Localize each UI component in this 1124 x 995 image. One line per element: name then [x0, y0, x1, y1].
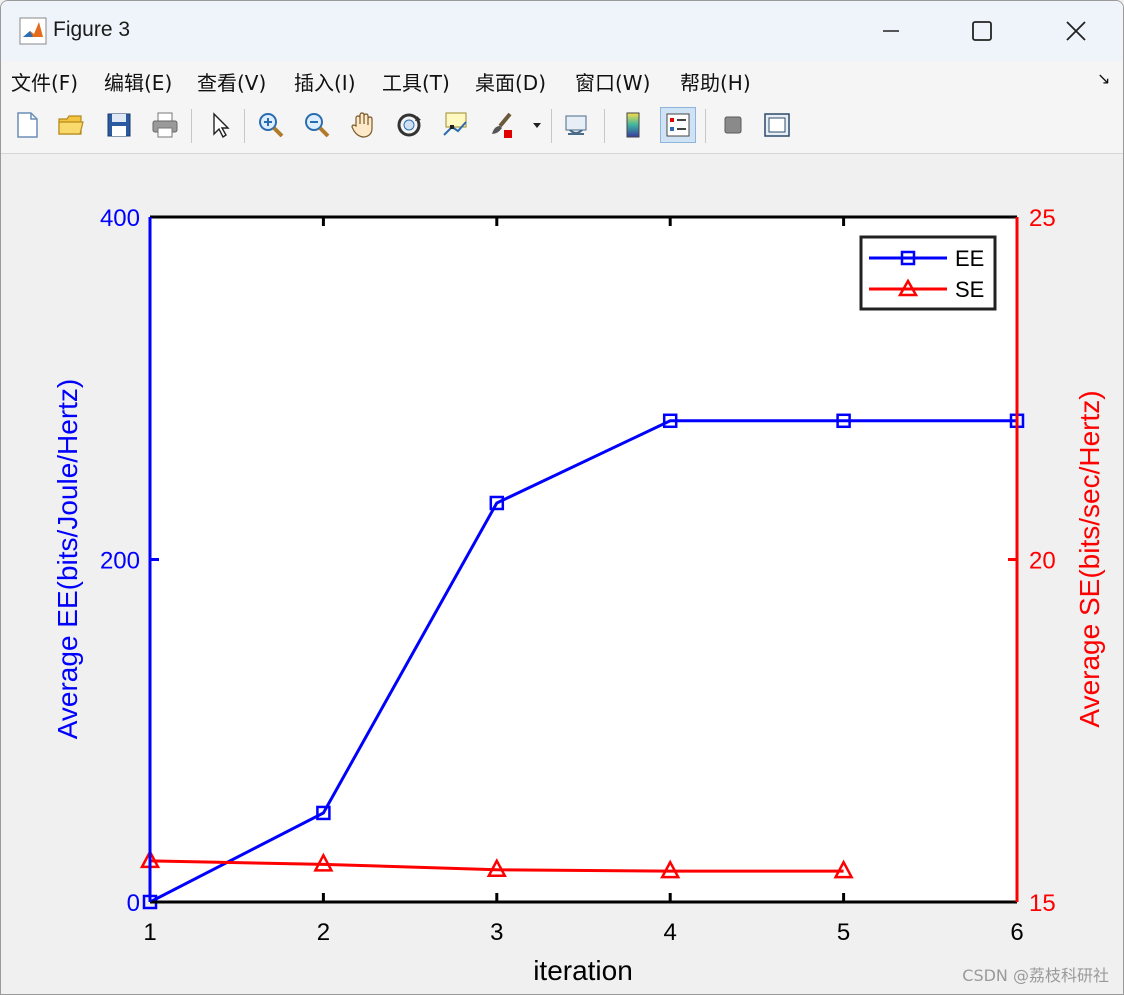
- maximize-icon: [972, 21, 992, 41]
- colorbar-icon: [626, 112, 640, 138]
- new-figure-button[interactable]: [9, 107, 45, 143]
- new-file-icon: [17, 112, 38, 138]
- menu-window[interactable]: 窗口(W): [575, 67, 650, 96]
- legend[interactable]: EE SE: [859, 235, 997, 311]
- dock-arrow-icon[interactable]: ↘: [1097, 69, 1110, 88]
- insert-legend-button[interactable]: [660, 107, 696, 143]
- left-y-axis-label: Average EE(bits/Joule/Hertz): [52, 379, 83, 740]
- pointer-arrow-icon: [213, 112, 230, 139]
- close-icon: [1066, 21, 1086, 41]
- menu-tools[interactable]: 工具(T): [382, 67, 450, 96]
- menu-bar: 文件(F) 编辑(E) 查看(V) 插入(I) 工具(T) 桌面(D) 窗口(W…: [1, 61, 1123, 99]
- link-icon: [565, 115, 587, 135]
- minimize-button[interactable]: [856, 1, 926, 61]
- minimize-icon: [883, 30, 899, 32]
- toolbar-separator: [604, 109, 605, 143]
- print-figure-button[interactable]: [147, 107, 183, 143]
- chart: 1 2 3 4 5 6 0 200 400 15 20 25 iteration Average EE…: [52, 205, 1105, 986]
- right-y-tick-label: 15: [1029, 890, 1056, 917]
- brush-button[interactable]: [483, 107, 519, 143]
- toolbar-separator: [191, 109, 192, 143]
- zoom-out-button[interactable]: [299, 107, 335, 143]
- legend-icon: [666, 113, 690, 137]
- link-plot-button[interactable]: [559, 107, 595, 143]
- toolbar-separator: [551, 109, 552, 143]
- data-cursor-button[interactable]: [437, 107, 473, 143]
- open-file-button[interactable]: [53, 107, 89, 143]
- folder-icon: [58, 115, 84, 135]
- data-tip-icon: [443, 112, 467, 136]
- left-y-tick-label: 200: [100, 548, 140, 575]
- figure-canvas: 1 2 3 4 5 6 0 200 400 15 20 25 iteration Average EE…: [1, 154, 1123, 994]
- hand-icon: [351, 112, 373, 138]
- toolbar-separator: [705, 109, 706, 143]
- menu-help[interactable]: 帮助(H): [680, 67, 751, 96]
- title-bar[interactable]: Figure 3: [1, 1, 1123, 61]
- x-axis-label: iteration: [533, 955, 633, 986]
- menu-insert[interactable]: 插入(I): [294, 67, 356, 96]
- right-y-axis-label: Average SE(bits/sec/Hertz): [1074, 390, 1105, 727]
- right-y-tick-label: 25: [1029, 205, 1056, 232]
- right-y-tick-label: 20: [1029, 548, 1056, 575]
- x-tick-label: 2: [317, 919, 330, 946]
- figure-toolbar: [1, 99, 1123, 154]
- chevron-down-icon: [533, 123, 541, 128]
- maximize-button[interactable]: [947, 1, 1017, 61]
- printer-icon: [152, 112, 178, 138]
- zoom-out-icon: [305, 113, 330, 138]
- x-tick-label: 3: [490, 919, 503, 946]
- x-tick-label: 4: [664, 919, 677, 946]
- menu-desktop[interactable]: 桌面(D): [475, 67, 546, 96]
- matlab-icon: [19, 17, 47, 45]
- window-title: Figure 3: [53, 18, 131, 41]
- show-tools-icon: [764, 113, 790, 137]
- hide-tools-icon: [724, 116, 742, 134]
- brush-dropdown-button[interactable]: [529, 107, 545, 143]
- figure-window: Figure 3 文件(F) 编辑(E) 查看(V) 插入(I) 工具(T) 桌…: [0, 0, 1124, 995]
- menu-view[interactable]: 查看(V): [197, 67, 266, 96]
- zoom-in-button[interactable]: [253, 107, 289, 143]
- toolbar-separator: [244, 109, 245, 143]
- menu-edit[interactable]: 编辑(E): [104, 67, 172, 96]
- rotate-3d-button[interactable]: [391, 107, 427, 143]
- legend-ee-label: EE: [955, 246, 984, 271]
- x-tick-label: 6: [1010, 919, 1023, 946]
- show-plot-tools-button[interactable]: [759, 107, 795, 143]
- edit-plot-button[interactable]: [201, 107, 237, 143]
- hide-plot-tools-button[interactable]: [715, 107, 751, 143]
- save-figure-button[interactable]: [101, 107, 137, 143]
- watermark-text: CSDN @荔枝科研社: [962, 966, 1109, 985]
- x-tick-label: 5: [837, 919, 850, 946]
- zoom-in-icon: [259, 113, 284, 138]
- left-y-tick-label: 0: [127, 890, 140, 917]
- pan-button[interactable]: [345, 107, 381, 143]
- menu-file[interactable]: 文件(F): [11, 67, 78, 96]
- rotate-icon: [397, 113, 421, 137]
- legend-se-label: SE: [955, 277, 984, 302]
- x-tick-label: 1: [143, 919, 156, 946]
- insert-colorbar-button[interactable]: [615, 107, 651, 143]
- brush-icon: [492, 112, 512, 138]
- left-y-tick-label: 400: [100, 205, 140, 232]
- close-button[interactable]: [1041, 1, 1111, 61]
- plot-area: [150, 217, 1017, 902]
- save-icon: [107, 113, 131, 137]
